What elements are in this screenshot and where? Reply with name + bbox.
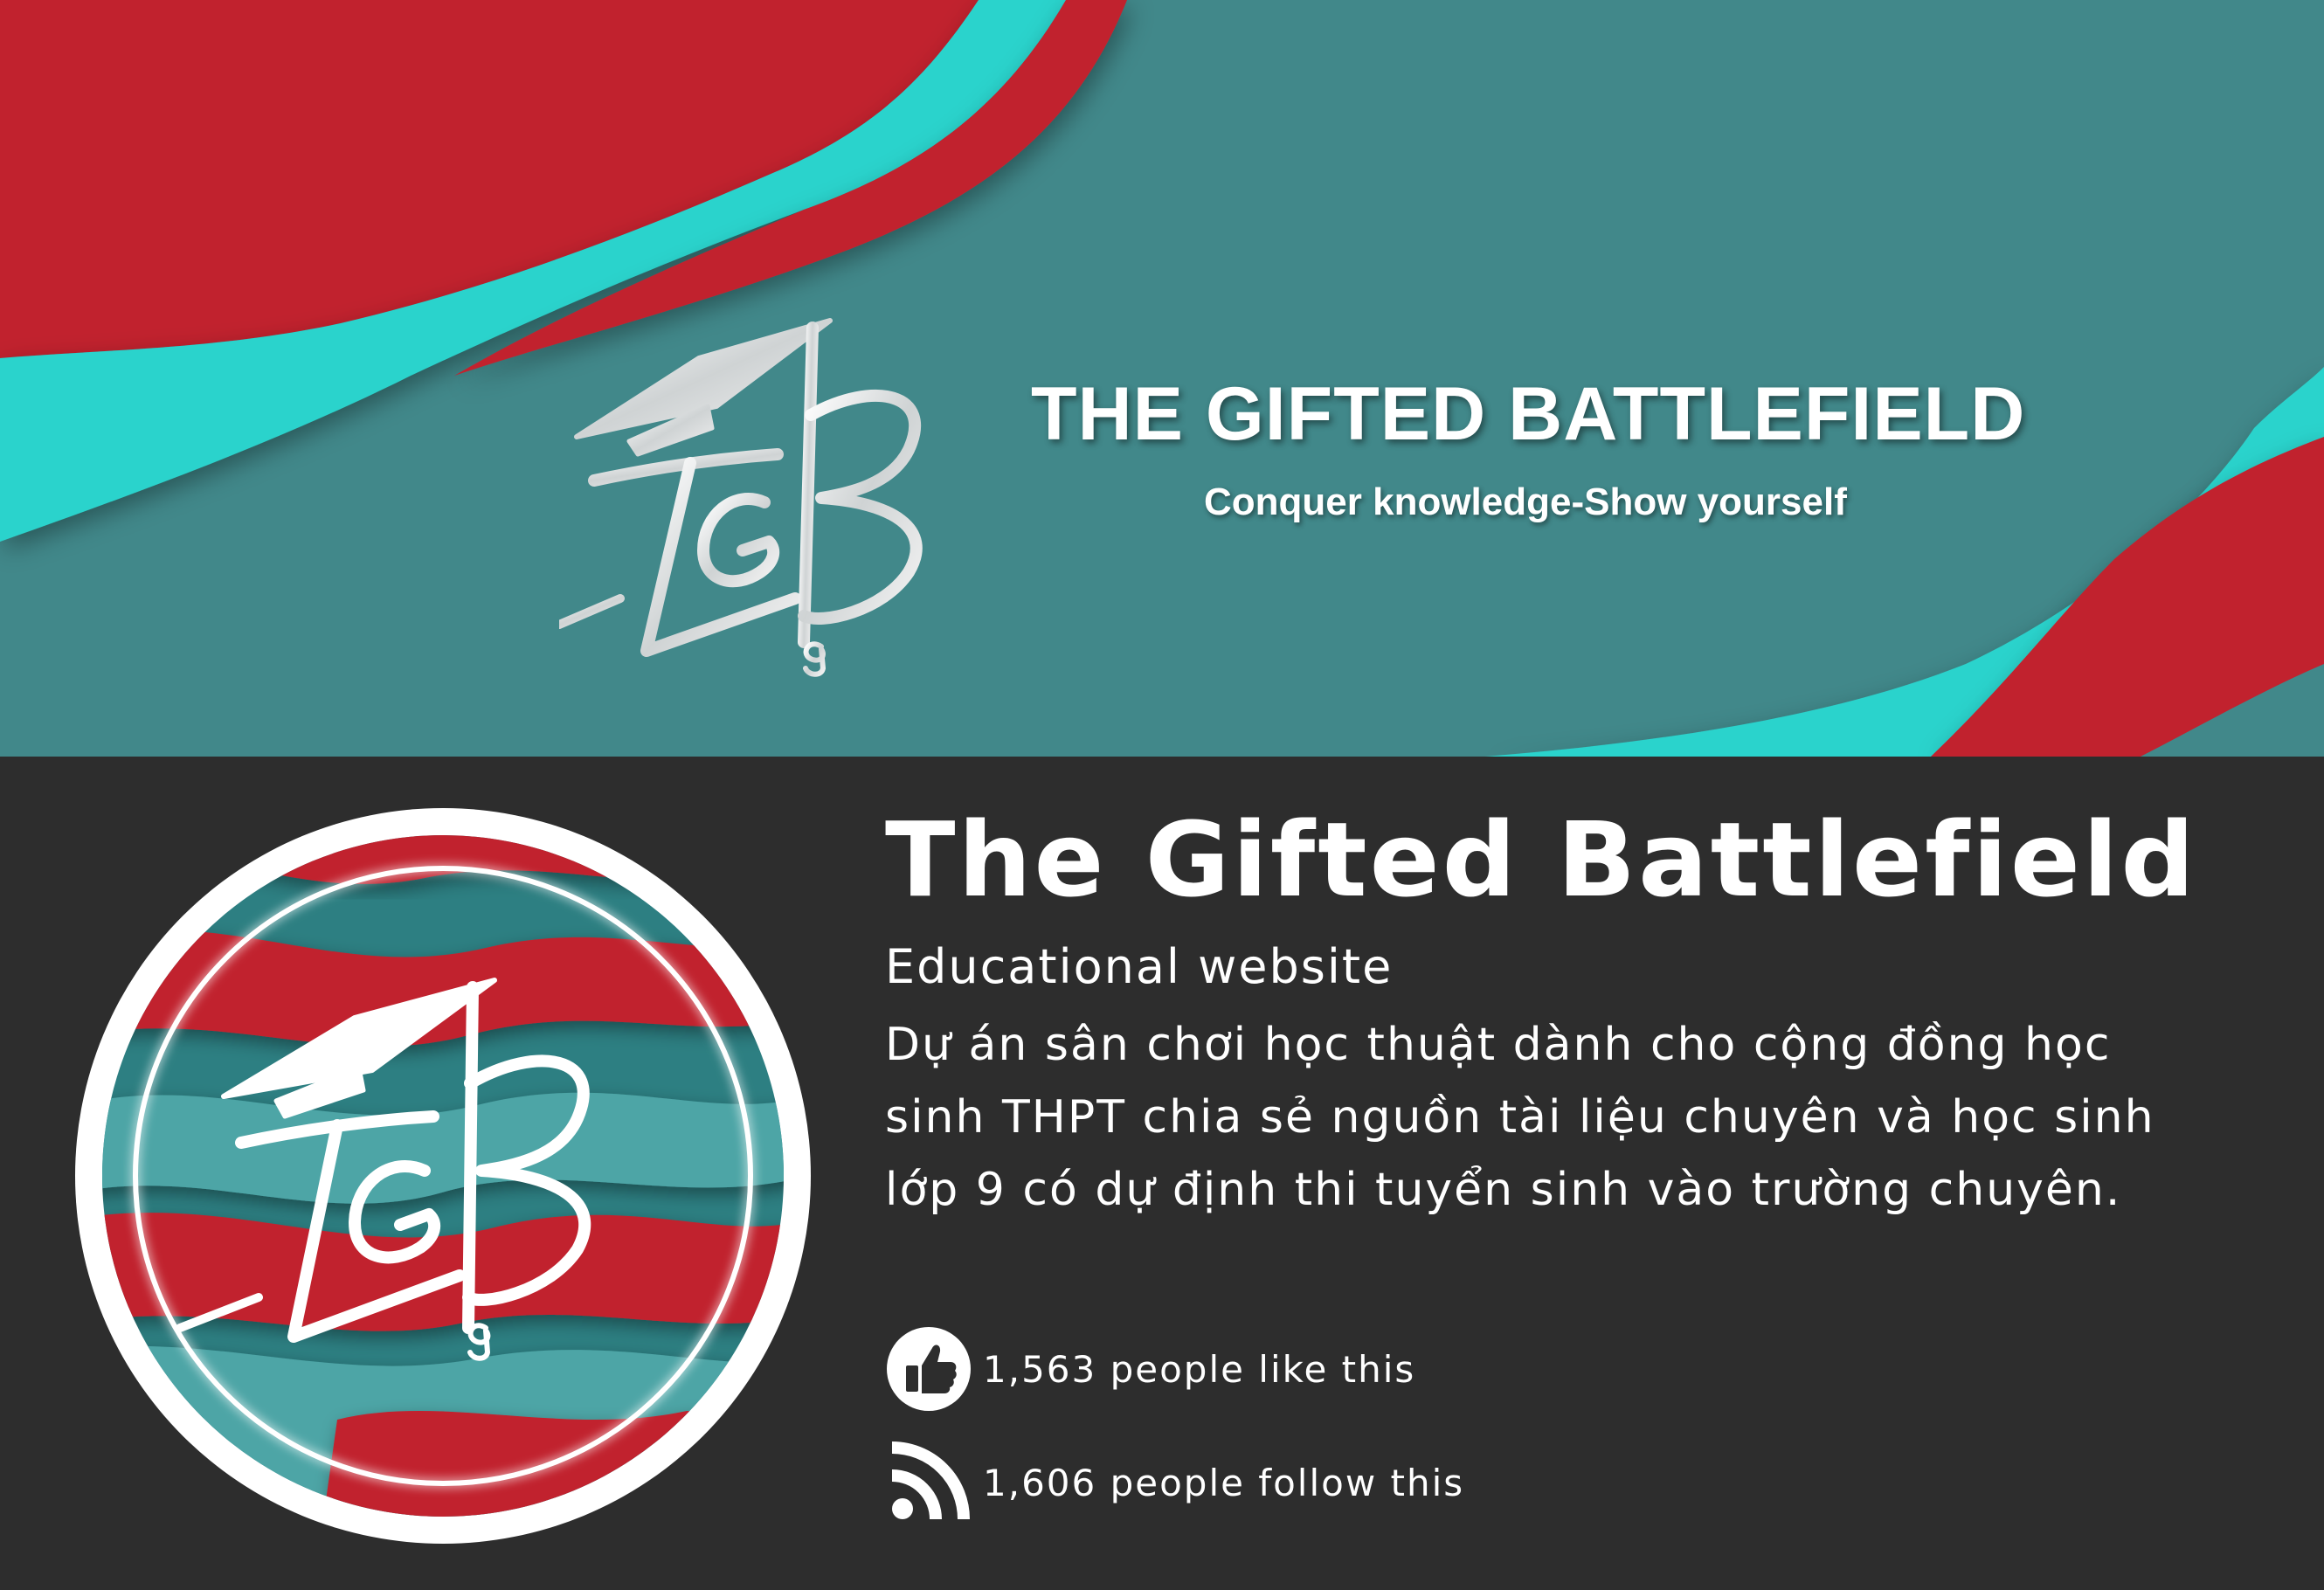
page-category[interactable]: Educational website xyxy=(885,939,1393,994)
cover-title: THE GIFTED BATTLEFIELD xyxy=(1031,372,2026,456)
likes-count: 1,563 people like this xyxy=(983,1347,1416,1391)
cover-tgb-logo xyxy=(559,318,923,677)
rss-feed-icon xyxy=(885,1439,972,1526)
cover-banner: THE GIFTED BATTLEFIELD Conquer knowledge… xyxy=(0,0,2324,757)
page-description: Dự án sân chơi học thuật dành cho cộng đ… xyxy=(885,1019,2155,1216)
cover-tagline: Conquer knowledge-Show yourself xyxy=(1204,480,1847,523)
follows-count: 1,606 people follow this xyxy=(983,1461,1465,1504)
likes-stat[interactable]: 1,563 people like this xyxy=(885,1325,1415,1413)
profile-avatar[interactable] xyxy=(75,808,811,1544)
follows-stat[interactable]: 1,606 people follow this xyxy=(885,1439,1464,1526)
thumbs-up-icon xyxy=(885,1325,972,1413)
page-name[interactable]: The Gifted Battlefield xyxy=(885,808,2197,911)
